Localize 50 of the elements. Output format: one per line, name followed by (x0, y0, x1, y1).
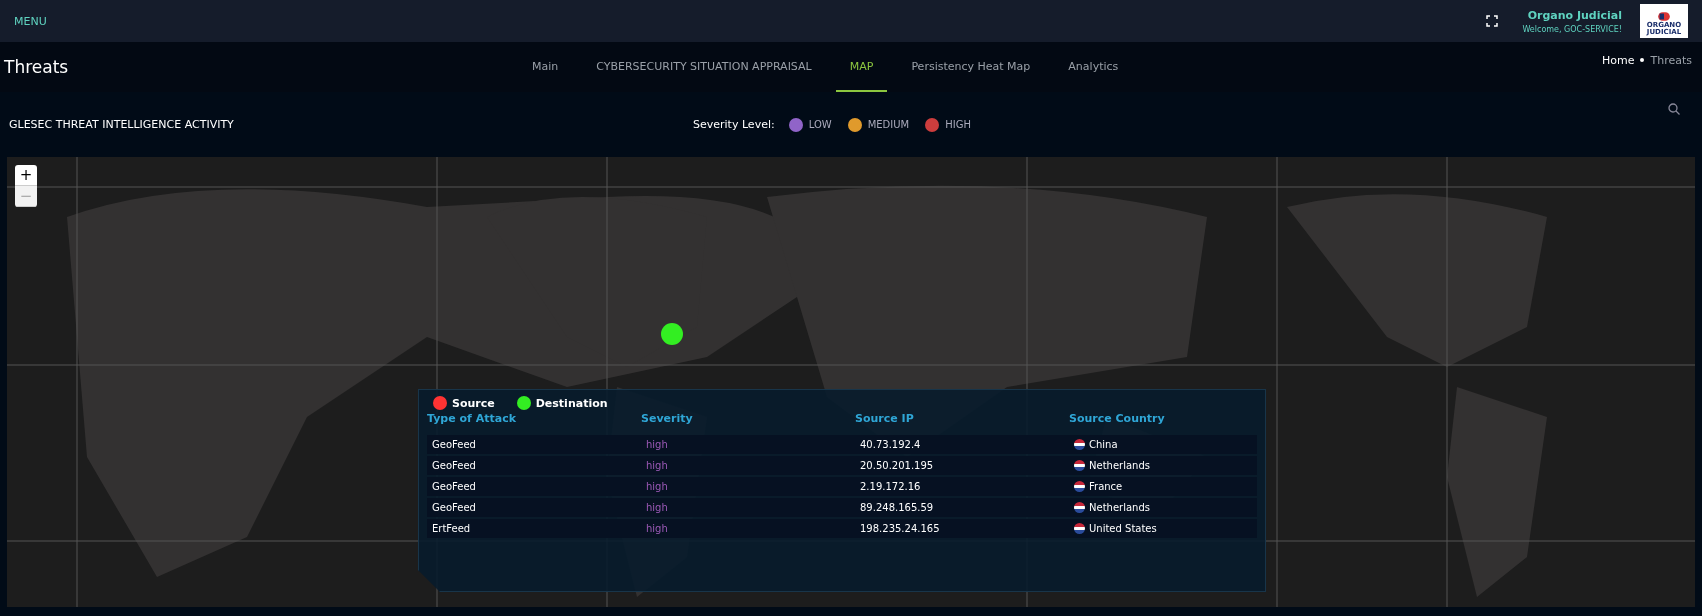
table-cell-text: high (646, 523, 669, 534)
nav-tab[interactable]: MAP (835, 42, 888, 92)
table-cell-text: GeoFeed (432, 481, 477, 492)
welcome-text: Welcome, GOC-SERVICE! (1522, 24, 1622, 34)
column-header: Source IP (855, 412, 915, 425)
severity-label: HIGH (945, 119, 971, 130)
nav-tab[interactable]: CYBERSECURITY SITUATION APPRAISAL (582, 42, 826, 92)
fullscreen-icon[interactable] (1486, 15, 1499, 27)
severity-label: LOW (808, 119, 832, 130)
column-header: Source Country (1069, 412, 1166, 425)
table-cell-text: 20.50.201.195 (860, 460, 935, 471)
legend-label: Destination (535, 396, 608, 410)
table-cell: United States (1074, 523, 1257, 534)
flag-icon (1074, 502, 1085, 513)
table-cell: China (1074, 439, 1257, 450)
table-cell-text: 2.19.172.16 (860, 481, 922, 492)
table-cell: Netherlands (1074, 502, 1257, 513)
flag-icon (1074, 523, 1085, 534)
zoom-in-button[interactable]: + (15, 165, 37, 186)
menu-button[interactable]: MENU (14, 14, 47, 28)
table-cell-text: GeoFeed (432, 460, 477, 471)
column-header: Type of Attack (427, 412, 517, 425)
panel-title: GLESEC THREAT INTELLIGENCE ACTIVITY (9, 118, 235, 131)
flag-icon (1074, 481, 1085, 492)
organization-name: Organo Judicial (1527, 8, 1622, 22)
table-cell-text: high (646, 481, 669, 492)
search-icon[interactable] (1668, 103, 1680, 115)
column-header: Severity (641, 412, 694, 425)
breadcrumb-link[interactable]: Home (1602, 53, 1635, 67)
legend-label: Severity Level: (693, 118, 775, 131)
severity-label: MEDIUM (867, 119, 910, 130)
table-cell-text: GeoFeed (432, 502, 477, 513)
table-cell-text: 198.235.24.165 (860, 523, 941, 534)
table-cell-text: high (646, 460, 669, 471)
table-cell-text: 40.73.192.4 (860, 439, 922, 450)
table-cell-text: ErtFeed (432, 523, 472, 534)
flag-icon (1074, 439, 1085, 450)
table-cell-text: high (646, 502, 669, 513)
table-cell: Netherlands (1074, 460, 1257, 471)
nav-tab[interactable]: Analytics (1054, 42, 1133, 92)
table-cell-text: GeoFeed (432, 439, 477, 450)
page-title: Threats (4, 57, 70, 77)
table-cell-text: 89.248.165.59 (860, 502, 935, 513)
table-cell: France (1074, 481, 1257, 492)
breadcrumb-link[interactable]: Threats (1650, 53, 1692, 67)
flag-icon (1074, 460, 1085, 471)
nav-tab[interactable]: Main (518, 42, 573, 92)
legend-label: Source (452, 396, 495, 410)
nav-tab[interactable]: Persistency Heat Map (897, 42, 1045, 92)
table-cell-text: high (646, 439, 669, 450)
